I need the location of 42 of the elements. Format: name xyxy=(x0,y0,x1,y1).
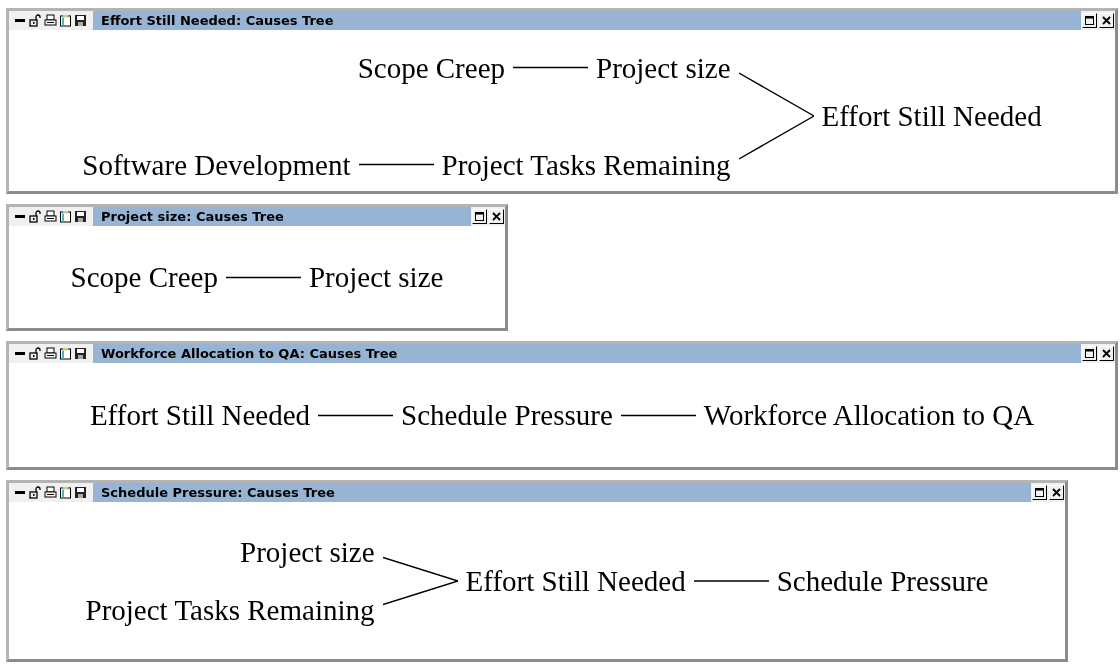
close-button[interactable] xyxy=(1049,485,1064,500)
node-label: Scope Creep xyxy=(70,260,218,295)
save-icon[interactable] xyxy=(74,347,87,360)
save-icon[interactable] xyxy=(74,210,87,223)
save-icon[interactable] xyxy=(74,486,87,499)
node-label: Project size xyxy=(596,50,731,86)
node-label: Effort Still Needed xyxy=(89,398,310,433)
maximize-button[interactable] xyxy=(472,209,487,224)
unlock-icon[interactable] xyxy=(29,14,42,27)
node-label: Effort Still Needed xyxy=(821,99,1042,134)
close-button[interactable] xyxy=(489,209,504,224)
unlock-icon[interactable] xyxy=(29,210,42,223)
node-label: Project Tasks Remaining xyxy=(441,147,731,183)
maximize-button[interactable] xyxy=(1032,485,1047,500)
printer-icon[interactable] xyxy=(44,14,57,27)
clipboard-icon[interactable] xyxy=(59,486,72,499)
printer-icon[interactable] xyxy=(44,347,57,360)
node-label: Scope Creep xyxy=(357,50,506,86)
node-label: Effort Still Needed xyxy=(465,563,686,599)
node-label: Workforce Allocation to QA xyxy=(703,398,1035,433)
node-label: Project Tasks Remaining xyxy=(85,592,375,628)
node-label: Project size xyxy=(240,534,375,570)
node-label: Software Development xyxy=(82,147,351,183)
printer-icon[interactable] xyxy=(44,486,57,499)
node-label: Project size xyxy=(308,260,444,295)
close-button[interactable] xyxy=(1099,346,1114,361)
maximize-button[interactable] xyxy=(1082,346,1097,361)
node-label: Schedule Pressure xyxy=(776,563,989,599)
close-button[interactable] xyxy=(1099,13,1114,28)
node-label: Schedule Pressure xyxy=(401,398,613,433)
clipboard-icon[interactable] xyxy=(59,14,72,27)
window-title: Effort Still Needed: Causes Tree xyxy=(93,11,1081,30)
maximize-button[interactable] xyxy=(1082,13,1097,28)
save-icon[interactable] xyxy=(74,14,87,27)
window-title: Project size: Causes Tree xyxy=(93,207,471,226)
unlock-icon[interactable] xyxy=(29,347,42,360)
clipboard-icon[interactable] xyxy=(59,347,72,360)
window-title: Schedule Pressure: Causes Tree xyxy=(93,483,1031,502)
clipboard-icon[interactable] xyxy=(59,210,72,223)
window-title: Workforce Allocation to QA: Causes Tree xyxy=(93,344,1081,363)
unlock-icon[interactable] xyxy=(29,486,42,499)
printer-icon[interactable] xyxy=(44,210,57,223)
